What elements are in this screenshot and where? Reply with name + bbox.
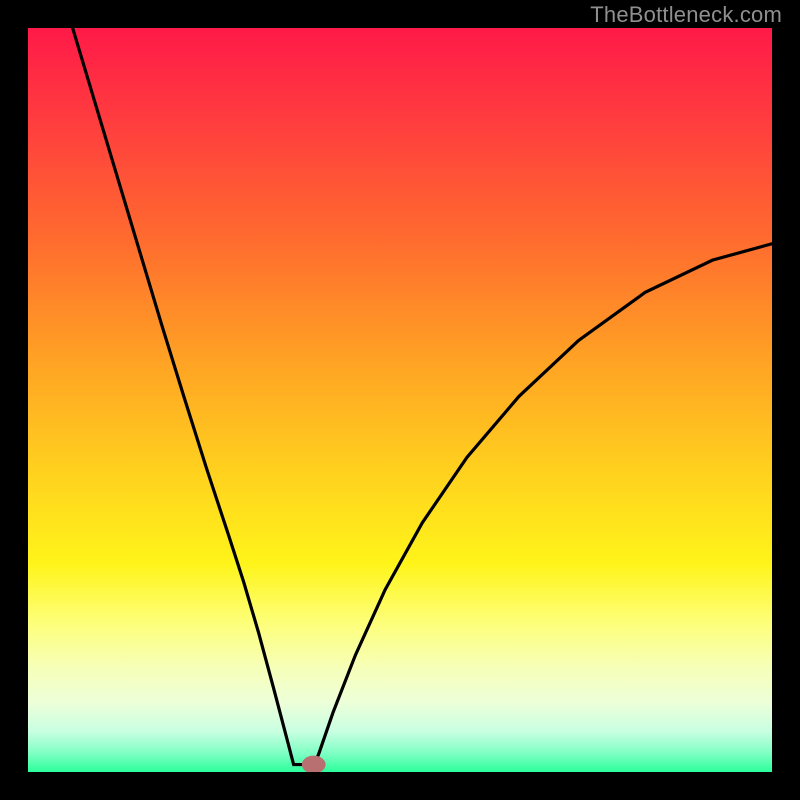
gradient-background [28, 28, 772, 772]
watermark-text: TheBottleneck.com [590, 2, 782, 28]
plot-area [28, 28, 772, 772]
chart-container: TheBottleneck.com [0, 0, 800, 800]
plot-svg [28, 28, 772, 772]
